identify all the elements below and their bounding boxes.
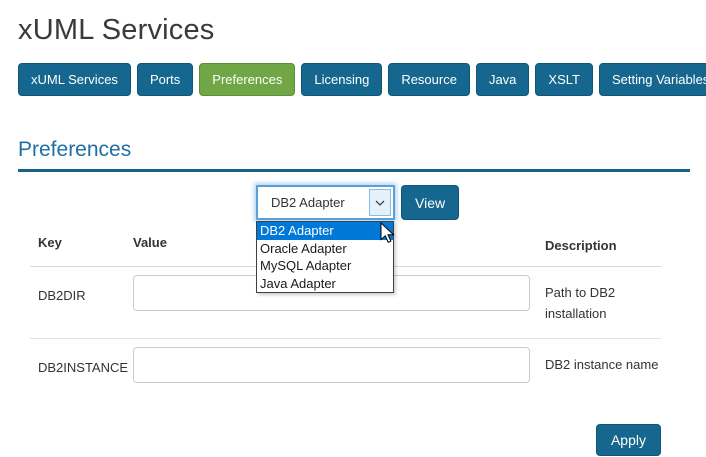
value-input-db2instance[interactable] bbox=[133, 347, 530, 383]
adapter-toolbar: DB2 Adapter DB2 Adapter Oracle Adapter M… bbox=[256, 185, 690, 220]
tab-preferences[interactable]: Preferences bbox=[199, 63, 295, 96]
tab-bar: xUML Services Ports Preferences Licensin… bbox=[18, 63, 690, 96]
tab-xslt[interactable]: XSLT bbox=[535, 63, 593, 96]
adapter-dropdown-list: DB2 Adapter Oracle Adapter MySQL Adapter… bbox=[256, 221, 394, 293]
column-header-key: Key bbox=[38, 235, 133, 256]
apply-button[interactable]: Apply bbox=[596, 424, 661, 456]
dropdown-option-mysql[interactable]: MySQL Adapter bbox=[257, 257, 393, 275]
row-key-db2instance: DB2INSTANCE bbox=[38, 347, 133, 375]
dropdown-option-java[interactable]: Java Adapter bbox=[257, 275, 393, 293]
tab-licensing[interactable]: Licensing bbox=[301, 63, 382, 96]
tab-resource[interactable]: Resource bbox=[388, 63, 470, 96]
adapter-select-wrap: DB2 Adapter DB2 Adapter Oracle Adapter M… bbox=[256, 185, 395, 220]
dropdown-option-db2[interactable]: DB2 Adapter bbox=[257, 222, 393, 240]
table-row: DB2INSTANCE DB2 instance name bbox=[38, 339, 690, 397]
tab-java[interactable]: Java bbox=[476, 63, 529, 96]
section-title: Preferences bbox=[18, 138, 690, 162]
row-key-db2dir: DB2DIR bbox=[38, 275, 133, 303]
view-button[interactable]: View bbox=[401, 185, 459, 220]
footer: Apply bbox=[18, 424, 690, 456]
column-header-description: Description bbox=[545, 235, 675, 256]
tab-setting-variables[interactable]: Setting Variables bbox=[599, 63, 706, 96]
chevron-down-icon[interactable] bbox=[369, 189, 391, 216]
tab-xuml-services[interactable]: xUML Services bbox=[18, 63, 131, 96]
row-description-db2instance: DB2 instance name bbox=[545, 347, 675, 375]
row-description-db2dir: Path to DB2 installation bbox=[545, 275, 675, 324]
tab-ports[interactable]: Ports bbox=[137, 63, 193, 96]
adapter-select[interactable]: DB2 Adapter bbox=[256, 185, 395, 220]
page: xUML Services xUML Services Ports Prefer… bbox=[0, 0, 706, 456]
page-title: xUML Services bbox=[18, 14, 690, 47]
section-heading: Preferences bbox=[18, 138, 690, 172]
adapter-select-value: DB2 Adapter bbox=[271, 195, 345, 210]
dropdown-option-oracle[interactable]: Oracle Adapter bbox=[257, 240, 393, 258]
